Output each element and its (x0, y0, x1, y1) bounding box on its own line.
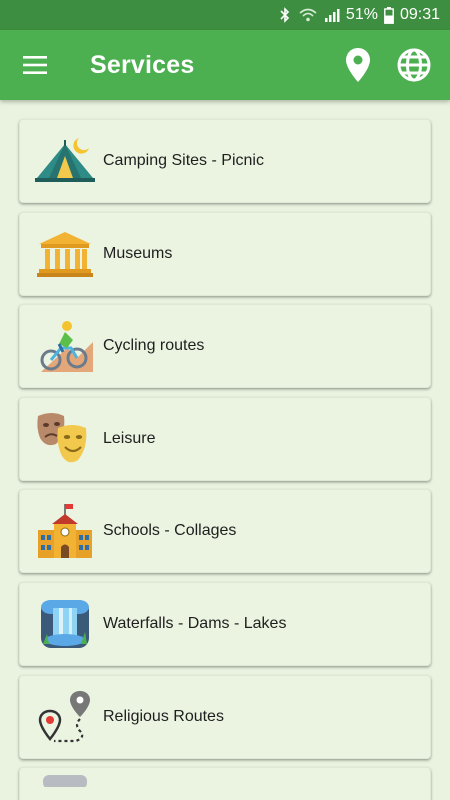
service-item-schools[interactable]: Schools - Collages (19, 489, 431, 574)
service-label: Religious Routes (103, 707, 224, 725)
app-bar: Services (0, 30, 450, 100)
service-item-religious[interactable]: Religious Routes (19, 674, 431, 759)
museum-icon (30, 219, 100, 289)
waterfall-icon (30, 589, 100, 659)
battery-percent: 51% (345, 6, 378, 23)
service-item-cycling[interactable]: Cycling routes (19, 304, 431, 389)
location-button[interactable] (330, 30, 386, 100)
service-item-museums[interactable]: Museums (19, 211, 431, 296)
wifi-icon (298, 7, 318, 23)
menu-icon (23, 56, 47, 74)
globe-icon (397, 48, 431, 82)
service-item-leisure[interactable]: Leisure (19, 396, 431, 481)
status-bar: 51% 09:31 (0, 0, 450, 30)
bluetooth-icon (278, 7, 292, 23)
partial-item-icon (30, 767, 100, 800)
tent-icon (30, 126, 100, 196)
route-icon (30, 682, 100, 752)
service-item-camping[interactable]: Camping Sites - Picnic (19, 119, 431, 203)
cyclist-icon (30, 311, 100, 381)
language-button[interactable] (386, 30, 442, 100)
service-item-waterfalls[interactable]: Waterfalls - Dams - Lakes (19, 581, 431, 666)
clock-time: 09:31 (399, 6, 440, 23)
theater-masks-icon (30, 404, 100, 474)
menu-button[interactable] (0, 30, 70, 100)
page-title: Services (90, 50, 195, 79)
service-label: Leisure (103, 429, 156, 447)
service-label: Waterfalls - Dams - Lakes (103, 614, 287, 632)
service-label: Schools - Collages (103, 522, 237, 540)
service-label: Museums (103, 244, 173, 262)
school-icon (30, 496, 100, 566)
services-list: Camping Sites - Picnic Museums Cycling r… (0, 100, 450, 800)
signal-icon (324, 7, 340, 23)
battery-icon (384, 6, 394, 24)
location-pin-icon (346, 48, 370, 82)
service-label: Camping Sites - Picnic (103, 152, 264, 169)
service-item-partial[interactable] (19, 767, 431, 800)
service-label: Cycling routes (103, 337, 205, 355)
